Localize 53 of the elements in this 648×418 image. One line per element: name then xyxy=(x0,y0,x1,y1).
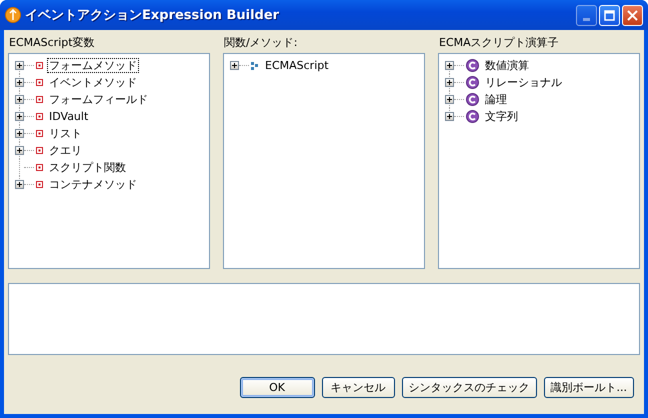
dots-icon xyxy=(251,62,259,70)
expand-icon[interactable] xyxy=(445,78,454,87)
tree-item[interactable]: IDVault xyxy=(47,109,90,124)
tree-item[interactable]: スクリプト関数 xyxy=(47,160,128,175)
expand-icon[interactable] xyxy=(15,61,24,70)
square-icon xyxy=(36,113,43,120)
tree-item[interactable]: 数値演算 xyxy=(483,58,531,73)
expand-icon[interactable] xyxy=(15,78,24,87)
tree-item[interactable]: リレーショナル xyxy=(483,75,564,90)
tree-item[interactable]: クエリ xyxy=(47,143,84,158)
square-icon xyxy=(36,96,43,103)
square-icon xyxy=(36,130,43,137)
expand-icon[interactable] xyxy=(15,180,24,189)
minimize-icon xyxy=(583,18,590,20)
dialog-button[interactable]: キャンセル xyxy=(322,377,394,398)
close-icon xyxy=(627,10,638,20)
tree-item[interactable]: コンテナメソッド xyxy=(47,177,139,192)
expand-icon[interactable] xyxy=(15,146,24,155)
panel-label: ECMAScript変数 xyxy=(8,35,96,51)
class-icon xyxy=(466,59,479,72)
tree-item[interactable]: フォームフィールド xyxy=(47,92,150,107)
expression-field[interactable] xyxy=(8,283,640,355)
window-title: イベントアクションExpression Builder xyxy=(25,7,280,24)
expand-icon[interactable] xyxy=(445,112,454,121)
tree-item[interactable]: 論理 xyxy=(483,92,509,107)
expand-icon[interactable] xyxy=(15,129,24,138)
expand-icon[interactable] xyxy=(445,95,454,104)
panel-label: ECMAスクリプト演算子 xyxy=(438,35,560,51)
maximize-icon xyxy=(604,10,615,20)
dialog-button[interactable]: OK xyxy=(240,377,314,398)
expand-icon[interactable] xyxy=(15,112,24,121)
app-icon xyxy=(5,7,21,23)
maximize-button[interactable] xyxy=(599,4,620,26)
panel-label: 関数/メソッド: xyxy=(223,35,298,51)
expand-icon[interactable] xyxy=(445,61,454,70)
class-icon xyxy=(466,76,479,89)
class-icon xyxy=(466,110,479,123)
expand-icon[interactable] xyxy=(15,95,24,104)
square-icon xyxy=(36,79,43,86)
tree-item[interactable]: ECMAScript xyxy=(263,58,331,73)
class-icon xyxy=(466,93,479,106)
square-icon xyxy=(36,181,43,188)
expand-icon[interactable] xyxy=(230,61,239,70)
tree-item[interactable]: イベントメソッド xyxy=(47,75,139,90)
square-icon xyxy=(36,147,43,154)
tree-item[interactable]: 文字列 xyxy=(483,109,520,124)
dialog-button[interactable]: シンタックスのチェック xyxy=(402,377,536,398)
dialog-button[interactable]: 識別ボールト... xyxy=(544,377,634,398)
close-button[interactable] xyxy=(622,4,643,26)
tree-item[interactable]: フォームメソッド xyxy=(47,58,139,73)
tree-item[interactable]: リスト xyxy=(47,126,84,141)
square-icon xyxy=(36,62,43,69)
square-icon xyxy=(36,164,43,171)
